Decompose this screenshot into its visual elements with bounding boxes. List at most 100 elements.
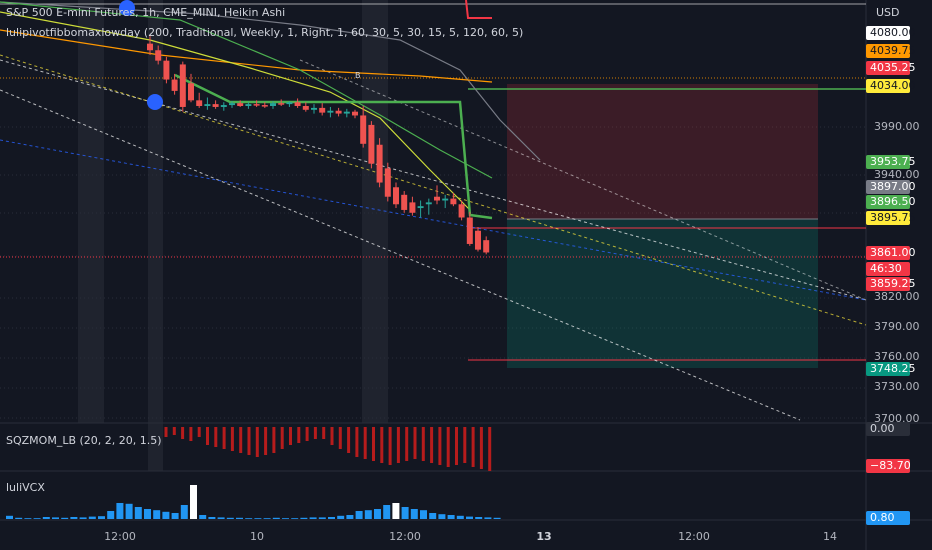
vcx-bar xyxy=(447,515,455,519)
momentum-bar xyxy=(338,427,342,449)
candle-body xyxy=(384,168,391,197)
momentum-pane-title[interactable]: SQZMOM_LB (20, 2, 20, 1.5) xyxy=(6,434,162,447)
time-tick: 12:00 xyxy=(104,530,136,543)
candle-body xyxy=(343,111,350,114)
momentum-bar xyxy=(446,427,450,467)
signal-marker xyxy=(147,94,163,110)
candle-body xyxy=(261,105,268,107)
candle-body xyxy=(425,202,432,205)
symbol-title[interactable]: S&P 500 E-mini Futures, 1h, CME_MINI, He… xyxy=(6,6,285,19)
momentum-bar xyxy=(355,427,359,457)
vcx-bar xyxy=(24,518,32,519)
badge-4080: 4080.00 xyxy=(866,26,916,40)
candle-body xyxy=(466,217,473,244)
candle-body xyxy=(483,240,490,253)
momentum-bar xyxy=(388,427,392,465)
vcx-bar xyxy=(79,517,87,519)
momentum-bar xyxy=(164,427,168,437)
momentum-bar xyxy=(488,427,492,471)
momentum-bar xyxy=(413,427,417,459)
candle-body xyxy=(155,50,162,61)
candle-body xyxy=(147,43,153,51)
badge-3748: 3748.25 xyxy=(866,362,916,376)
indicator-title[interactable]: lulipivotfibbomaxlowday (200, Traditiona… xyxy=(6,26,523,39)
time-tick: 12:00 xyxy=(678,530,710,543)
candle-body xyxy=(368,124,375,164)
badge-4034: 4034.00 xyxy=(866,79,916,93)
vcx-bar xyxy=(318,517,326,519)
vcx-bar xyxy=(98,516,105,519)
candle-body xyxy=(458,204,465,218)
momentum-bar xyxy=(322,427,326,439)
vcx-bar xyxy=(263,518,271,519)
momentum-bar xyxy=(255,427,259,457)
badge-3861: 3861.00 xyxy=(866,246,916,260)
momentum-bar xyxy=(405,427,409,461)
momentum-bar xyxy=(214,427,218,447)
vcx-bar xyxy=(245,518,253,519)
vcx-bar xyxy=(300,517,308,519)
momentum-bar xyxy=(189,427,193,441)
momentum-bar xyxy=(222,427,226,449)
momentum-bar xyxy=(396,427,400,463)
vcx-bar xyxy=(61,517,69,519)
momentum-bar xyxy=(430,427,434,463)
vcx-bar xyxy=(420,510,427,519)
candle-body xyxy=(179,64,186,107)
vcx-bar xyxy=(144,509,151,519)
candle-body xyxy=(376,144,383,183)
session-highlight xyxy=(148,423,163,471)
candle-body xyxy=(393,187,399,205)
vcx-bar xyxy=(475,517,483,519)
price-tick: 3820.00 xyxy=(874,290,920,303)
candle-body xyxy=(335,110,342,114)
momentum-bar xyxy=(380,427,384,463)
vcx-bar xyxy=(107,511,115,519)
candle-body xyxy=(442,198,449,201)
candle-body xyxy=(302,106,309,110)
vcx-bar xyxy=(42,517,50,519)
vcx-bar xyxy=(6,515,13,519)
vcx-bar xyxy=(364,510,372,519)
vcx-pane-title[interactable]: luliVCX xyxy=(6,481,45,494)
time-tick-day: 13 xyxy=(536,530,552,543)
momentum-bar xyxy=(172,427,176,435)
vcx-bar xyxy=(282,518,289,519)
vcx-bar xyxy=(410,509,418,519)
vcx-bar xyxy=(346,515,354,519)
vcx-bar xyxy=(208,517,216,519)
momentum-bar xyxy=(313,427,317,439)
currency-label[interactable]: USD xyxy=(876,6,900,19)
candle-body xyxy=(245,104,252,107)
momentum-bar xyxy=(239,427,243,453)
candle-body xyxy=(360,115,367,144)
candle-body xyxy=(475,230,481,250)
vcx-bar xyxy=(484,517,492,519)
candle-body xyxy=(270,103,276,107)
vcx-bar xyxy=(226,517,234,519)
vcx-bar xyxy=(355,511,363,519)
vcx-bar xyxy=(180,505,188,519)
momentum-bar xyxy=(297,427,301,443)
momentum-bar xyxy=(363,427,367,459)
price-tick: 3790.00 xyxy=(874,320,920,333)
vcx-bar xyxy=(392,503,400,519)
vcx-bar xyxy=(162,511,170,519)
momentum-bar xyxy=(455,427,458,465)
candle-body xyxy=(327,110,334,113)
candle-body xyxy=(409,202,416,213)
price-tick: 3990.00 xyxy=(874,120,920,133)
vcx-bar xyxy=(52,517,59,519)
vcx-bar xyxy=(291,518,299,519)
candle-body xyxy=(352,111,358,116)
vcx-bar xyxy=(116,503,124,519)
candle-body xyxy=(319,107,326,113)
badge-3953: 3953.75 xyxy=(866,155,916,169)
candle-body xyxy=(212,104,219,107)
vcx-bar xyxy=(125,503,133,519)
momentum-bar xyxy=(347,427,351,453)
vcx-bar xyxy=(466,516,473,519)
vcx-bar xyxy=(493,517,501,519)
price-chart[interactable]: B xyxy=(0,0,932,550)
vcx-bar xyxy=(374,509,381,519)
